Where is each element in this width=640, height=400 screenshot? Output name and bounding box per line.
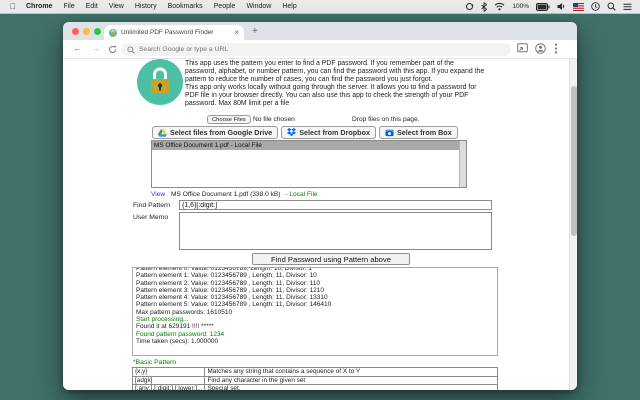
menu-file[interactable]: File xyxy=(63,3,74,10)
forward-button[interactable]: → xyxy=(91,43,100,53)
reload-icon[interactable] xyxy=(108,45,117,54)
wifi-icon[interactable] xyxy=(494,2,505,11)
window-zoom-button[interactable] xyxy=(94,28,101,35)
listbox-scrollbar[interactable] xyxy=(459,141,466,187)
choose-files-button[interactable]: Choose Files xyxy=(207,115,251,124)
browser-tab[interactable]: Unlimited PDF Password Finder × xyxy=(104,25,244,40)
file-view-line: View MS Office Document 1.pdf (338.0 kB)… xyxy=(151,191,318,198)
tab-close-icon[interactable]: × xyxy=(234,28,239,37)
file-chosen-status: No file chosen xyxy=(253,116,295,123)
chrome-window: Unlimited PDF Password Finder × + ← → Th… xyxy=(63,22,577,390)
page-scrollbar[interactable] xyxy=(569,59,577,390)
volume-icon[interactable] xyxy=(557,2,566,11)
box-icon xyxy=(385,129,394,137)
input-source-flag-icon[interactable] xyxy=(573,2,584,11)
cloud-buttons-row: Select files from Google Drive Select fr… xyxy=(152,126,458,139)
send-to-device-icon[interactable] xyxy=(517,43,528,53)
box-button[interactable]: Select from Box xyxy=(378,126,458,139)
apple-menu-icon[interactable]:  xyxy=(10,2,16,11)
clock-icon[interactable] xyxy=(591,2,600,11)
menu-history[interactable]: History xyxy=(135,3,157,10)
menu-people[interactable]: People xyxy=(214,3,236,10)
page-content: This app uses the pattern you enter to f… xyxy=(63,59,577,390)
google-drive-icon xyxy=(158,128,167,137)
google-drive-button[interactable]: Select files from Google Drive xyxy=(152,126,279,139)
pattern-cell: [:any:],[:digit:],[:lower:]... xyxy=(131,384,206,390)
pattern-cell: {x,y} xyxy=(131,367,206,377)
tab-title: Unlimited PDF Password Finder xyxy=(121,29,214,36)
log-line: Pattern element 2: Value: 0123456789 , L… xyxy=(136,279,320,287)
log-line: Found it at 629191 !!!! ***** xyxy=(136,323,214,331)
app-description: This app uses the pattern you enter to f… xyxy=(185,60,487,108)
battery-percent: 100% xyxy=(512,3,529,10)
menu-chrome[interactable]: Chrome xyxy=(26,3,52,10)
user-memo-label: User Memo xyxy=(133,214,169,221)
menu-window[interactable]: Window xyxy=(246,3,271,10)
window-minimize-button[interactable] xyxy=(83,28,90,35)
pattern-help-table: {x,y} Matches any string that contains a… xyxy=(131,367,498,390)
view-file-source: - Local File xyxy=(285,191,318,198)
pattern-cell: [adgk] xyxy=(131,375,206,385)
page-scrollbar-thumb[interactable] xyxy=(571,86,577,236)
sync-icon[interactable] xyxy=(465,2,474,11)
drop-files-hint: Drop files on this page. xyxy=(352,116,420,123)
find-password-button[interactable]: Find Password using Pattern above xyxy=(252,253,410,265)
dropbox-button[interactable]: Select from Dropbox xyxy=(281,126,376,139)
menu-edit[interactable]: Edit xyxy=(86,3,98,10)
log-line: Pattern element 5: Value: 0123456789 , L… xyxy=(136,301,332,309)
processing-log: Pattern element 0: Value: 0123456789, Le… xyxy=(132,267,498,356)
chrome-menu-icon[interactable] xyxy=(554,43,558,54)
tab-strip: Unlimited PDF Password Finder × + xyxy=(63,22,577,40)
file-list-item-selected[interactable]: MS Office Document 1.pdf - Local File xyxy=(152,141,466,150)
search-icon xyxy=(127,45,135,54)
find-pattern-input[interactable] xyxy=(179,200,492,210)
pattern-desc-cell: Special set. xyxy=(204,384,498,390)
view-file-name: MS Office Document 1.pdf (338.0 kB) xyxy=(171,191,281,198)
menu-view[interactable]: View xyxy=(109,3,124,10)
table-row: [:any:],[:digit:],[:lower:]... Special s… xyxy=(131,384,498,390)
file-input-row: Choose Files No file chosen Drop files o… xyxy=(207,115,507,125)
basic-pattern-heading: *Basic Pattern xyxy=(133,359,177,366)
log-line: Pattern element 4: Value: 0123456789 , L… xyxy=(136,294,328,302)
table-row: [adgk] Find any character in the given s… xyxy=(131,375,498,385)
app-description-p1: This app uses the pattern you enter to f… xyxy=(185,60,485,83)
back-button[interactable]: ← xyxy=(73,43,82,53)
google-drive-button-label: Select files from Google Drive xyxy=(170,128,273,137)
browser-toolbar: ← → xyxy=(63,40,577,59)
file-listbox[interactable]: MS Office Document 1.pdf - Local File xyxy=(151,140,467,188)
dropbox-button-label: Select from Dropbox xyxy=(299,128,370,137)
log-line: Start processing... xyxy=(136,316,189,324)
user-memo-textarea[interactable] xyxy=(179,212,492,250)
find-pattern-label: Find Pattern xyxy=(133,202,171,209)
box-button-label: Select from Box xyxy=(396,128,452,137)
app-description-p2: This app only works locally without goin… xyxy=(185,84,477,107)
tab-favicon-lock-icon xyxy=(109,28,117,37)
bluetooth-icon[interactable] xyxy=(481,1,488,12)
pattern-desc-cell: Matches any string that contains a seque… xyxy=(204,367,498,377)
menubar-status-cluster: 100% xyxy=(465,1,632,12)
address-input[interactable] xyxy=(139,46,505,53)
spotlight-search-icon[interactable] xyxy=(607,2,616,11)
menu-help[interactable]: Help xyxy=(282,3,296,10)
log-line: Pattern element 3: Value: 0123456789 , L… xyxy=(136,286,325,294)
view-link[interactable]: View xyxy=(151,191,165,198)
window-close-button[interactable] xyxy=(72,28,79,35)
notification-center-icon[interactable] xyxy=(623,3,632,11)
log-line: Found pattern password: 1234 xyxy=(136,330,225,338)
app-logo-lock-icon xyxy=(137,59,183,105)
dropbox-icon xyxy=(287,128,297,137)
battery-icon[interactable] xyxy=(536,2,550,11)
log-line: Pattern element 1: Value: 0123456789 , L… xyxy=(136,272,317,280)
menu-bookmarks[interactable]: Bookmarks xyxy=(168,3,203,10)
new-tab-button[interactable]: + xyxy=(252,26,258,37)
table-row: {x,y} Matches any string that contains a… xyxy=(131,367,498,377)
omnibox[interactable] xyxy=(121,43,511,56)
profile-icon[interactable] xyxy=(535,43,546,54)
log-line: Time taken (secs): 1.000000 xyxy=(136,337,219,345)
log-line: Max pattern passwords: 1610510 xyxy=(136,308,233,316)
macos-menubar:  Chrome File Edit View History Bookmark… xyxy=(0,0,640,14)
pattern-desc-cell: Find any character in the given set xyxy=(204,375,498,385)
